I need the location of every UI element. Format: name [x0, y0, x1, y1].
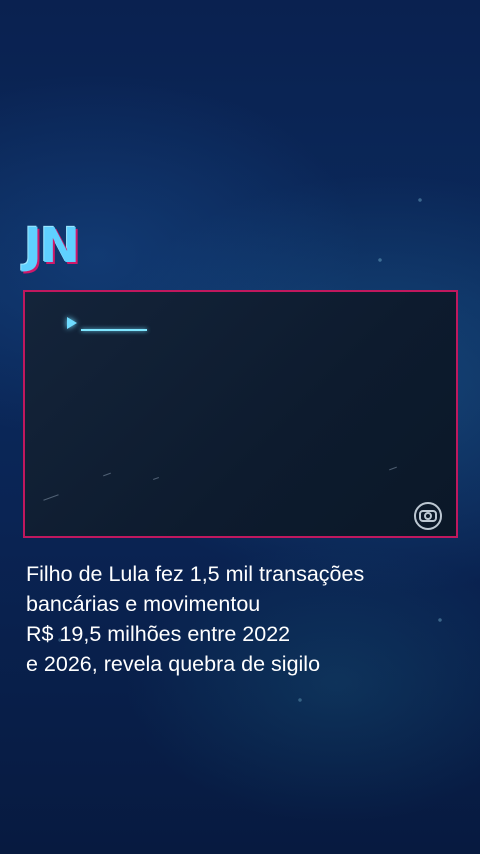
headline-line: R$ 19,5 milhões entre 2022	[26, 622, 291, 646]
headline-line: Filho de Lula fez 1,5 mil transações	[26, 562, 365, 586]
video-streak	[43, 494, 59, 501]
headline-line: e 2026, revela quebra de sigilo	[26, 652, 321, 676]
video-player[interactable]	[23, 290, 458, 538]
video-streak	[103, 472, 111, 477]
video-progress-bar	[81, 329, 147, 331]
globo-logo-icon	[414, 502, 442, 530]
headline: Filho de Lula fez 1,5 mil transações ban…	[26, 559, 446, 679]
jn-logo: JN	[24, 218, 80, 274]
video-streak	[153, 477, 159, 480]
story-background: JN Filho de Lula fez 1,5 mil transações …	[0, 0, 480, 854]
video-streak	[389, 466, 397, 471]
play-icon[interactable]	[67, 317, 77, 329]
headline-line: bancárias e movimentou	[26, 592, 261, 616]
